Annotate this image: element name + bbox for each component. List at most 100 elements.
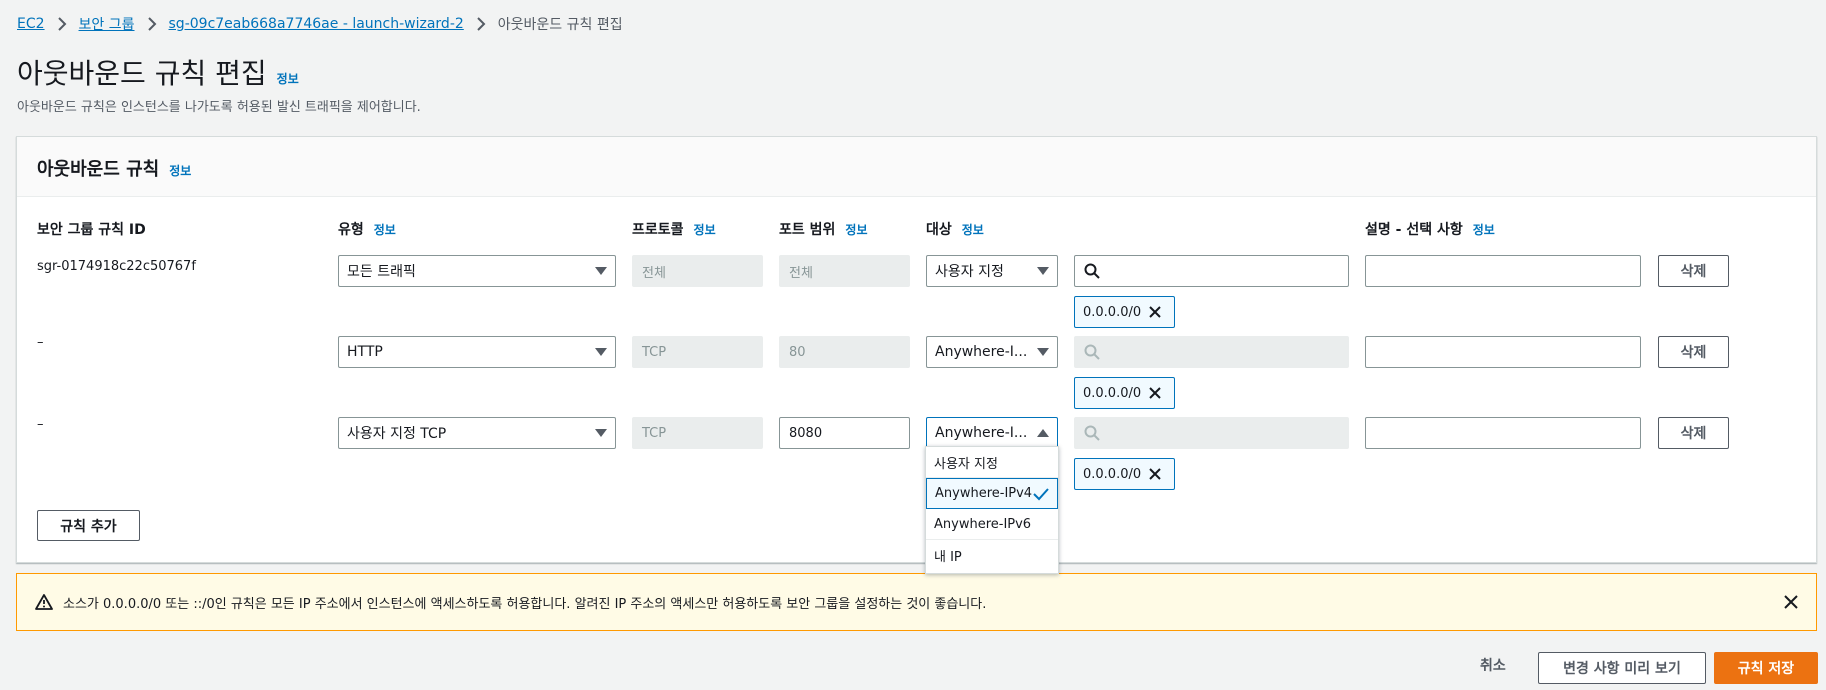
port-info-link[interactable]: 정보 bbox=[845, 221, 867, 238]
breadcrumb-ec2[interactable]: EC2 bbox=[17, 16, 45, 32]
destination-select[interactable]: Anywhere-I... bbox=[926, 417, 1058, 449]
panel-info-link[interactable]: 정보 bbox=[169, 162, 191, 179]
caret-down-icon bbox=[1037, 267, 1049, 275]
protocol-field: TCP bbox=[632, 417, 763, 449]
outbound-rules-panel: 아웃바운드 규칙 정보 보안 그룹 규칙 ID 유형 정보 프로토콜 정보 포트… bbox=[16, 136, 1817, 563]
breadcrumb: EC2 보안 그룹 sg-09c7eab668a7746ae - launch-… bbox=[17, 13, 623, 35]
destination-select-value: Anywhere-I... bbox=[935, 425, 1028, 441]
column-header-description: 설명 - 선택 사항 정보 bbox=[1365, 219, 1495, 239]
caret-down-icon bbox=[595, 267, 607, 275]
cidr-token-label: 0.0.0.0/0 bbox=[1083, 466, 1142, 482]
column-label: 보안 그룹 규칙 ID bbox=[37, 222, 146, 238]
port-range-field: 전체 bbox=[779, 255, 910, 287]
warning-alert: 소스가 0.0.0.0/0 또는 ::/0인 규칙은 모든 IP 주소에서 인스… bbox=[16, 573, 1817, 631]
page-title-row: 아웃바운드 규칙 편집 정보 bbox=[17, 52, 299, 92]
breadcrumb-security-group-id[interactable]: sg-09c7eab668a7746ae - launch-wizard-2 bbox=[169, 16, 464, 32]
type-select[interactable]: 사용자 지정 TCP bbox=[338, 417, 616, 449]
destination-select[interactable]: 사용자 지정 bbox=[926, 255, 1058, 287]
cancel-button[interactable]: 취소 bbox=[1480, 655, 1506, 675]
caret-down-icon bbox=[595, 429, 607, 437]
column-label: 대상 bbox=[926, 222, 952, 238]
cidr-token: 0.0.0.0/0 bbox=[1074, 377, 1175, 409]
rule-id: – bbox=[37, 335, 44, 350]
warning-text: 소스가 0.0.0.0/0 또는 ::/0인 규칙은 모든 IP 주소에서 인스… bbox=[63, 596, 987, 612]
type-select-value: HTTP bbox=[347, 344, 383, 360]
dropdown-option-custom[interactable]: 사용자 지정 bbox=[926, 447, 1058, 478]
check-icon bbox=[1033, 487, 1049, 501]
caret-up-icon bbox=[1037, 429, 1049, 437]
caret-down-icon bbox=[1037, 348, 1049, 356]
chevron-right-icon bbox=[476, 17, 486, 31]
cidr-token: 0.0.0.0/0 bbox=[1074, 458, 1175, 490]
option-label: 사용자 지정 bbox=[934, 456, 998, 472]
search-icon bbox=[1084, 344, 1100, 360]
port-range-field: 80 bbox=[779, 336, 910, 368]
description-input[interactable] bbox=[1365, 417, 1641, 449]
description-input[interactable] bbox=[1365, 255, 1641, 287]
dropdown-option-my-ip[interactable]: 내 IP bbox=[926, 540, 1058, 571]
destination-info-link[interactable]: 정보 bbox=[962, 221, 984, 238]
chevron-right-icon bbox=[147, 17, 157, 31]
option-label: 내 IP bbox=[934, 550, 962, 565]
rule-id: sgr-0174918c22c50767f bbox=[37, 259, 196, 274]
destination-dropdown-menu: 사용자 지정 Anywhere-IPv4 Anywhere-IPv6 내 IP bbox=[925, 446, 1059, 574]
caret-down-icon bbox=[595, 348, 607, 356]
delete-rule-button[interactable]: 삭제 bbox=[1658, 336, 1729, 368]
chevron-right-icon bbox=[57, 17, 67, 31]
port-range-input[interactable]: 8080 bbox=[779, 417, 910, 449]
column-label: 유형 bbox=[338, 222, 364, 238]
panel-header bbox=[17, 137, 1816, 197]
panel-title-row: 아웃바운드 규칙 정보 bbox=[37, 155, 191, 181]
column-header-rule-id: 보안 그룹 규칙 ID bbox=[37, 219, 146, 239]
breadcrumb-security-groups[interactable]: 보안 그룹 bbox=[79, 14, 135, 34]
close-icon[interactable] bbox=[1784, 595, 1798, 609]
protocol-info-link[interactable]: 정보 bbox=[694, 221, 716, 238]
close-icon[interactable] bbox=[1149, 387, 1161, 399]
breadcrumb-current: 아웃바운드 규칙 편집 bbox=[497, 17, 623, 33]
description-info-link[interactable]: 정보 bbox=[1473, 221, 1495, 238]
column-header-type: 유형 정보 bbox=[338, 219, 396, 239]
preview-changes-button[interactable]: 변경 사항 미리 보기 bbox=[1538, 652, 1706, 684]
column-label: 프로토콜 bbox=[632, 222, 684, 238]
type-info-link[interactable]: 정보 bbox=[374, 221, 396, 238]
close-icon[interactable] bbox=[1149, 306, 1161, 318]
type-select[interactable]: 모든 트래픽 bbox=[338, 255, 616, 287]
option-label: Anywhere-IPv6 bbox=[934, 516, 1032, 532]
cidr-token-label: 0.0.0.0/0 bbox=[1083, 304, 1142, 320]
destination-search-input[interactable] bbox=[1074, 255, 1349, 287]
protocol-field: 전체 bbox=[632, 255, 763, 287]
page-title: 아웃바운드 규칙 편집 bbox=[17, 57, 267, 90]
save-rules-button[interactable]: 규칙 저장 bbox=[1714, 652, 1818, 684]
column-label: 포트 범위 bbox=[779, 222, 836, 238]
column-label: 설명 - 선택 사항 bbox=[1365, 222, 1463, 238]
option-label: Anywhere-IPv4 bbox=[935, 486, 1033, 501]
description-input[interactable] bbox=[1365, 336, 1641, 368]
destination-search-input bbox=[1074, 417, 1349, 449]
destination-select-value: Anywhere-I... bbox=[935, 344, 1028, 360]
delete-rule-button[interactable]: 삭제 bbox=[1658, 417, 1729, 449]
type-select-value: 모든 트래픽 bbox=[347, 264, 416, 280]
search-icon bbox=[1084, 263, 1100, 279]
destination-select-value: 사용자 지정 bbox=[935, 264, 1004, 280]
protocol-field: TCP bbox=[632, 336, 763, 368]
search-icon bbox=[1084, 425, 1100, 441]
page-description: 아웃바운드 규칙은 인스턴스를 나가도록 허용된 발신 트래픽을 제어합니다. bbox=[17, 100, 421, 115]
add-rule-button[interactable]: 규칙 추가 bbox=[37, 510, 140, 541]
warning-icon bbox=[35, 594, 53, 610]
dropdown-option-anywhere-ipv6[interactable]: Anywhere-IPv6 bbox=[926, 509, 1058, 540]
panel-title: 아웃바운드 규칙 bbox=[37, 159, 160, 180]
destination-search-input bbox=[1074, 336, 1349, 368]
column-header-protocol: 프로토콜 정보 bbox=[632, 219, 716, 239]
destination-select[interactable]: Anywhere-I... bbox=[926, 336, 1058, 368]
cidr-token: 0.0.0.0/0 bbox=[1074, 296, 1175, 328]
page-info-link[interactable]: 정보 bbox=[277, 70, 299, 87]
delete-rule-button[interactable]: 삭제 bbox=[1658, 255, 1729, 287]
close-icon[interactable] bbox=[1149, 468, 1161, 480]
dropdown-option-anywhere-ipv4[interactable]: Anywhere-IPv4 bbox=[926, 478, 1058, 509]
type-select[interactable]: HTTP bbox=[338, 336, 616, 368]
type-select-value: 사용자 지정 TCP bbox=[347, 426, 447, 442]
cidr-token-label: 0.0.0.0/0 bbox=[1083, 385, 1142, 401]
rule-id: – bbox=[37, 417, 44, 432]
column-header-port-range: 포트 범위 정보 bbox=[779, 219, 868, 239]
column-header-destination: 대상 정보 bbox=[926, 219, 984, 239]
